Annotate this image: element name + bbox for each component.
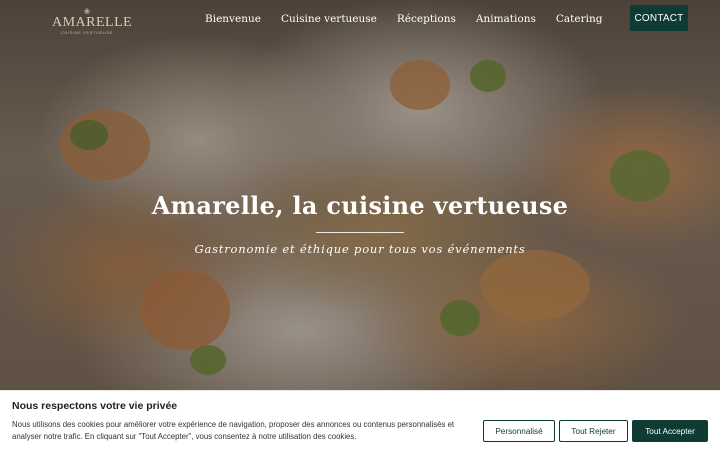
- customize-cookies-button[interactable]: Personnalisé: [483, 420, 555, 442]
- nav-item-animations[interactable]: Animations: [466, 12, 546, 26]
- nav-item-catering[interactable]: Catering: [546, 12, 613, 26]
- contact-button[interactable]: CONTACT: [630, 5, 688, 31]
- hero-divider: [316, 232, 404, 233]
- cookie-banner-text: Nous utilisons des cookies pour améliore…: [12, 420, 455, 441]
- main-nav: Bienvenue Cuisine vertueuse Réceptions A…: [195, 12, 612, 26]
- accept-all-cookies-button[interactable]: Tout Accepter: [632, 420, 708, 442]
- hero-title: Amarelle, la cuisine vertueuse: [151, 191, 569, 220]
- nav-item-cuisine-vertueuse[interactable]: Cuisine vertueuse: [271, 12, 387, 26]
- brand-logo[interactable]: ❀ AMARELLE CUISINE VERTUEUSE: [52, 7, 133, 36]
- cookie-banner: Nous respectons votre vie privée Nous ut…: [0, 390, 720, 450]
- logo-tagline: CUISINE VERTUEUSE: [61, 30, 113, 35]
- cookie-banner-title: Nous respectons votre vie privée: [12, 400, 178, 412]
- nav-item-receptions[interactable]: Réceptions: [387, 12, 466, 26]
- logo-flower-icon: ❀: [83, 7, 91, 16]
- hero-subtitle: Gastronomie et éthique pour tous vos évé…: [194, 242, 526, 256]
- logo-name: AMARELLE: [52, 15, 133, 30]
- reject-all-cookies-button[interactable]: Tout Rejeter: [559, 420, 628, 442]
- nav-item-bienvenue[interactable]: Bienvenue: [195, 12, 271, 26]
